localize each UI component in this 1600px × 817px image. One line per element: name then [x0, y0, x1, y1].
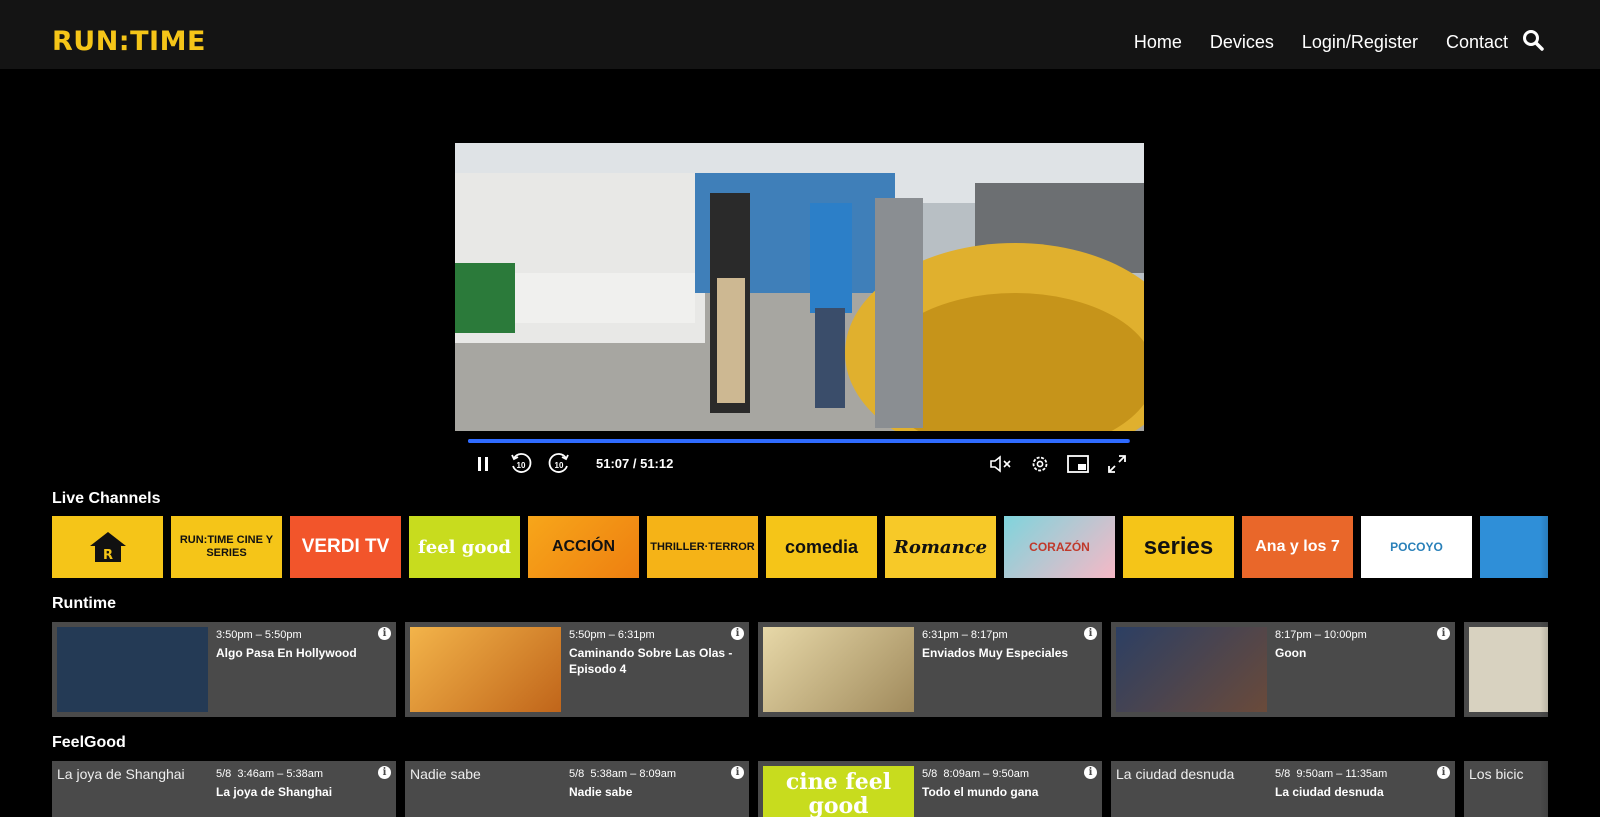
- nav-devices[interactable]: Devices: [1210, 26, 1274, 58]
- video-progress-bar[interactable]: [468, 439, 1130, 443]
- program-thumbnail-alt: Nadie sabe: [410, 766, 481, 782]
- program-title: Enviados Muy Especiales: [922, 646, 1069, 660]
- program-thumbnail: [763, 627, 914, 712]
- program-card[interactable]: cine feel good 5/8 8:09am – 9:50am Todo …: [758, 761, 1102, 817]
- info-icon[interactable]: i: [1084, 627, 1097, 640]
- runtime-logo[interactable]: RUN:TIME: [52, 27, 206, 57]
- row-fade: [1540, 516, 1600, 579]
- channel-accion[interactable]: ACCIÓN: [528, 516, 639, 578]
- runtime-title: Runtime: [52, 595, 116, 612]
- program-timerange: 3:46am – 5:38am: [237, 768, 324, 780]
- program-card[interactable]: [1464, 622, 1548, 717]
- program-date: 5/8: [922, 768, 938, 780]
- program-card[interactable]: La ciudad desnuda 5/8 9:50am – 11:35am L…: [1111, 761, 1455, 817]
- program-card[interactable]: Nadie sabe 5/8 5:38am – 8:09am Nadie sab…: [405, 761, 749, 817]
- program-title: Algo Pasa En Hollywood: [216, 646, 357, 660]
- row-fade: [1540, 622, 1600, 717]
- program-card[interactable]: 3:50pm – 5:50pm Algo Pasa En Hollywood i: [52, 622, 396, 717]
- channel-comedia[interactable]: comedia: [766, 516, 877, 578]
- channel-ana-y-los-7[interactable]: Ana y los 7: [1242, 516, 1353, 578]
- nav-contact[interactable]: Contact: [1446, 26, 1508, 58]
- channel-thriller-terror[interactable]: THRILLER·TERROR: [647, 516, 758, 578]
- program-time: 8:17pm – 10:00pm: [1275, 629, 1367, 641]
- program-thumbnail: cine feel good: [763, 766, 914, 817]
- program-card[interactable]: 6:31pm – 8:17pm Enviados Muy Especiales …: [758, 622, 1102, 717]
- feelgood-title: FeelGood: [52, 734, 126, 751]
- pip-icon[interactable]: [1065, 452, 1091, 476]
- channel-romance[interactable]: Romance: [885, 516, 996, 578]
- channel-feel-good[interactable]: feel good: [409, 516, 520, 578]
- program-date: 5/8: [1275, 768, 1291, 780]
- channel-corazon[interactable]: CORAZÓN: [1004, 516, 1115, 578]
- channel-cines-verdi-tv[interactable]: VERDI TV: [290, 516, 401, 578]
- live-channels-title: Live Channels: [52, 490, 161, 507]
- program-date: 5/8: [569, 768, 585, 780]
- row-fade: [1540, 761, 1600, 817]
- nav-login-register[interactable]: Login/Register: [1302, 26, 1418, 58]
- info-icon[interactable]: i: [1437, 627, 1450, 640]
- info-icon[interactable]: i: [731, 627, 744, 640]
- program-title: Todo el mundo gana: [922, 785, 1039, 799]
- program-thumbnail-alt: La ciudad desnuda: [1116, 766, 1235, 782]
- info-icon[interactable]: i: [1437, 766, 1450, 779]
- channel-pocoyo[interactable]: POCOYO: [1361, 516, 1472, 578]
- site-header: RUN:TIME Home Devices Login/Register Con…: [0, 0, 1600, 69]
- forward-10-icon[interactable]: 10: [546, 452, 572, 476]
- program-time: 6:31pm – 8:17pm: [922, 629, 1008, 641]
- program-card[interactable]: La joya de Shanghai 5/8 3:46am – 5:38am …: [52, 761, 396, 817]
- info-icon[interactable]: i: [378, 766, 391, 779]
- svg-text:10: 10: [555, 461, 564, 470]
- feelgood-row: La joya de Shanghai 5/8 3:46am – 5:38am …: [52, 761, 1548, 817]
- fullscreen-icon[interactable]: [1104, 452, 1130, 476]
- pause-icon[interactable]: [470, 452, 496, 476]
- mute-icon[interactable]: [988, 452, 1014, 476]
- channel-smurfs[interactable]: [1480, 516, 1548, 578]
- program-title: Goon: [1275, 646, 1307, 660]
- live-channels-row: R R RUN:TIME CINE Y SERIES VERDI TV feel…: [52, 516, 1548, 579]
- channel-runtime-cine-series[interactable]: RUN:TIME CINE Y SERIES: [171, 516, 282, 578]
- home-icon: R: [89, 532, 126, 563]
- channel-series[interactable]: series: [1123, 516, 1234, 578]
- program-thumbnail: [410, 627, 561, 712]
- program-time: 5/8 3:46am – 5:38am: [216, 768, 323, 780]
- info-icon[interactable]: i: [378, 627, 391, 640]
- program-time: 3:50pm – 5:50pm: [216, 629, 302, 641]
- program-timerange: 5:38am – 8:09am: [590, 768, 677, 780]
- program-card[interactable]: 8:17pm – 10:00pm Goon i: [1111, 622, 1455, 717]
- svg-text:10: 10: [517, 461, 526, 470]
- svg-text:R: R: [102, 548, 112, 563]
- program-timerange: 9:50am – 11:35am: [1296, 768, 1388, 780]
- program-thumbnail-alt: La joya de Shanghai: [57, 766, 185, 782]
- program-thumbnail: [57, 627, 208, 712]
- nav-home[interactable]: Home: [1134, 26, 1182, 58]
- program-date: 5/8: [216, 768, 232, 780]
- program-time: 5/8 5:38am – 8:09am: [569, 768, 676, 780]
- video-timecode: 51:07 / 51:12: [596, 456, 674, 471]
- program-time: 5/8 9:50am – 11:35am: [1275, 768, 1387, 780]
- program-time: 5/8 8:09am – 9:50am: [922, 768, 1029, 780]
- info-icon[interactable]: i: [731, 766, 744, 779]
- program-time: 5:50pm – 6:31pm: [569, 629, 655, 641]
- video-player[interactable]: [455, 143, 1144, 431]
- search-icon[interactable]: [1522, 29, 1548, 55]
- main-nav: Home Devices Login/Register Contact: [1106, 26, 1548, 58]
- runtime-row: 3:50pm – 5:50pm Algo Pasa En Hollywood i…: [52, 622, 1548, 717]
- program-title: Caminando Sobre Las Olas - Episodo 4: [569, 646, 733, 676]
- program-thumbnail: [1116, 627, 1267, 712]
- program-title: La joya de Shanghai: [216, 785, 333, 799]
- video-progress-fill: [468, 439, 1129, 443]
- program-title: Nadie sabe: [569, 785, 633, 799]
- program-timerange: 8:09am – 9:50am: [943, 768, 1030, 780]
- channel-home[interactable]: R R: [52, 516, 163, 578]
- program-title: La ciudad desnuda: [1275, 785, 1384, 799]
- program-thumbnail: [1469, 627, 1548, 712]
- program-card[interactable]: 5:50pm – 6:31pm Caminando Sobre Las Olas…: [405, 622, 749, 717]
- info-icon[interactable]: i: [1084, 766, 1097, 779]
- program-thumbnail-alt: Los bicic: [1469, 766, 1524, 782]
- rewind-10-icon[interactable]: 10: [508, 452, 534, 476]
- program-card[interactable]: Los bicic: [1464, 761, 1548, 817]
- video-frame: [455, 143, 1144, 431]
- settings-icon[interactable]: [1027, 452, 1053, 476]
